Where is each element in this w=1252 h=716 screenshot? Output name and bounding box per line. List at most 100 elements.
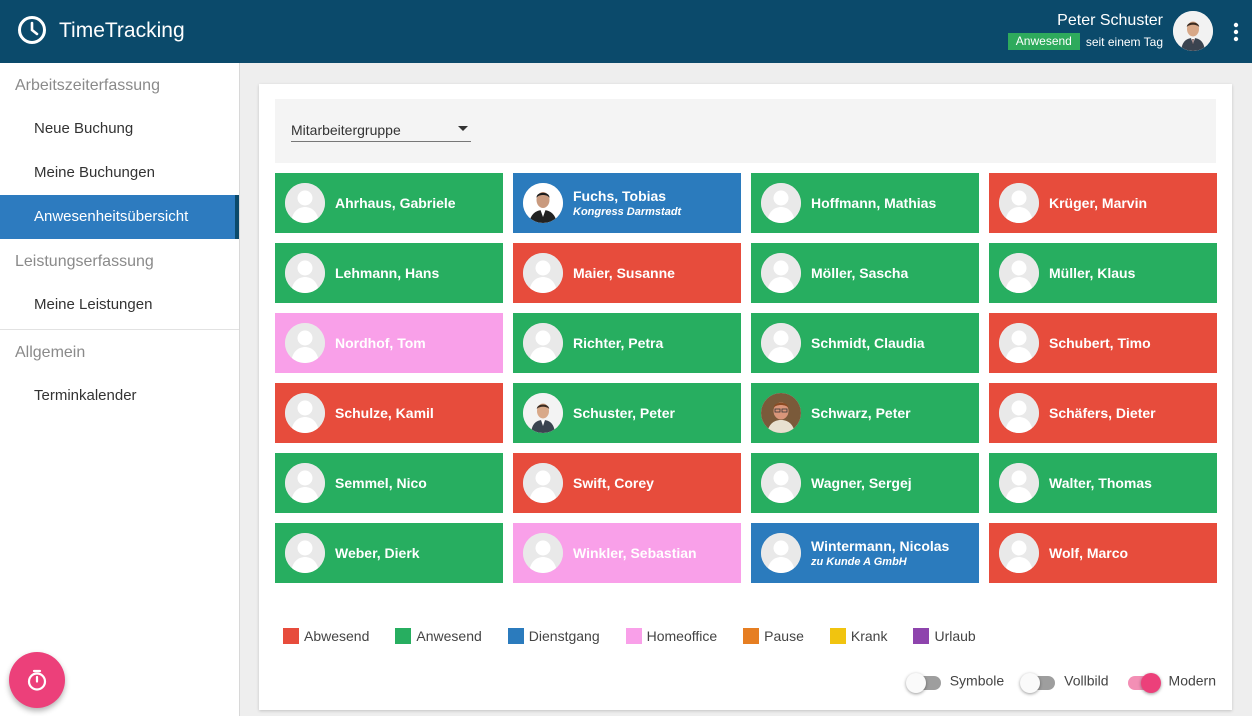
employee-name: Semmel, Nico <box>335 475 427 491</box>
employee-tile-schafers-dieter[interactable]: Schäfers, Dieter <box>989 383 1217 443</box>
employee-name: Walter, Thomas <box>1049 475 1152 491</box>
legend-item-abwesend: Abwesend <box>283 627 369 644</box>
switch-knob[interactable] <box>905 673 926 693</box>
sidebar-item-anwesenheitsuebersicht[interactable]: Anwesenheitsübersicht <box>0 195 239 239</box>
attendance-card: Mitarbeitergruppe Ahrhaus, Gabriele Fuchs… <box>259 84 1232 710</box>
employee-name: Hoffmann, Mathias <box>811 195 937 211</box>
legend-label: Krank <box>850 627 888 644</box>
filter-bar: Mitarbeitergruppe <box>275 99 1216 163</box>
employee-tile-wintermann-nicolas[interactable]: Wintermann, Nicolas zu Kunde A GmbH <box>751 523 979 583</box>
employee-tile-wagner-sergej[interactable]: Wagner, Sergej <box>751 453 979 513</box>
legend-item-krank: Krank <box>829 627 888 644</box>
employee-name: Schwarz, Peter <box>811 405 911 421</box>
employee-tile-muller-klaus[interactable]: Müller, Klaus <box>989 243 1217 303</box>
toggle-switch-symbole[interactable] <box>905 672 942 693</box>
app-title: TimeTracking <box>59 19 185 42</box>
employee-tile-schulze-kamil[interactable]: Schulze, Kamil <box>275 383 503 443</box>
avatar-placeholder-icon <box>999 323 1039 363</box>
employee-tile-schwarz-peter[interactable]: Schwarz, Peter <box>751 383 979 443</box>
user-avatar[interactable] <box>1173 11 1213 51</box>
legend-swatch <box>507 627 524 644</box>
employee-name: Schäfers, Dieter <box>1049 405 1156 421</box>
employee-tile-winkler-sebastian[interactable]: Winkler, Sebastian <box>513 523 741 583</box>
sidebar-item-meine-buchungen[interactable]: Meine Buchungen <box>0 151 239 195</box>
legend-label: Urlaub <box>934 627 976 644</box>
employee-name: Schuster, Peter <box>573 405 675 421</box>
employee-tile-walter-thomas[interactable]: Walter, Thomas <box>989 453 1217 513</box>
legend-item-urlaub: Urlaub <box>913 627 976 644</box>
legend-item-homeoffice: Homeoffice <box>625 627 717 644</box>
employee-tile-wolf-marco[interactable]: Wolf, Marco <box>989 523 1217 583</box>
sidebar-item-terminkalender[interactable]: Terminkalender <box>0 374 239 418</box>
group-select[interactable]: Mitarbeitergruppe <box>291 120 471 142</box>
employee-tile-swift-corey[interactable]: Swift, Corey <box>513 453 741 513</box>
sidebar-section-arbeitszeiterfassung: Arbeitszeiterfassung <box>15 77 160 94</box>
employee-name: Weber, Dierk <box>335 545 420 561</box>
employee-tile-kruger-marvin[interactable]: Krüger, Marvin <box>989 173 1217 233</box>
group-select-label: Mitarbeitergruppe <box>291 122 401 138</box>
employee-tile-hoffmann-mathias[interactable]: Hoffmann, Mathias <box>751 173 979 233</box>
employee-name: Lehmann, Hans <box>335 265 440 281</box>
avatar-placeholder-icon <box>523 323 563 363</box>
employee-tile-nordhof-tom[interactable]: Nordhof, Tom <box>275 313 503 373</box>
avatar-placeholder-icon <box>999 393 1039 433</box>
employee-tile-richter-petra[interactable]: Richter, Petra <box>513 313 741 373</box>
employee-name: Nordhof, Tom <box>335 335 426 351</box>
legend-swatch <box>829 627 846 644</box>
employee-tile-lehmann-hans[interactable]: Lehmann, Hans <box>275 243 503 303</box>
toggle-switch-modern[interactable] <box>1125 672 1161 693</box>
employee-tile-ahrhaus-gabriele[interactable]: Ahrhaus, Gabriele <box>275 173 503 233</box>
toggle-symbole: Symbole <box>905 672 1005 693</box>
employee-tile-maier-susanne[interactable]: Maier, Susanne <box>513 243 741 303</box>
employee-name: Möller, Sascha <box>811 265 909 281</box>
user-status: Anwesend seit einem Tag <box>1007 33 1163 51</box>
avatar-placeholder-icon <box>523 533 563 573</box>
employee-note: Kongress Darmstadt <box>573 206 682 218</box>
employee-tile-semmel-nico[interactable]: Semmel, Nico <box>275 453 503 513</box>
avatar-placeholder-icon <box>523 463 563 503</box>
sidebar-item-neue-buchung[interactable]: Neue Buchung <box>0 107 239 151</box>
app-header: TimeTracking Peter Schuster Anwesend seit… <box>0 0 1252 63</box>
avatar-placeholder-icon <box>999 253 1039 293</box>
sidebar: Arbeitszeiterfassung Neue Buchung Meine … <box>0 63 240 716</box>
employee-name: Wintermann, Nicolas <box>811 538 950 554</box>
avatar-placeholder-icon <box>999 183 1039 223</box>
employee-tile-moller-sascha[interactable]: Möller, Sascha <box>751 243 979 303</box>
toggle-switch-vollbild[interactable] <box>1020 672 1056 693</box>
status-since: seit einem Tag <box>1085 34 1163 49</box>
avatar-placeholder-icon <box>761 253 801 293</box>
legend-label: Pause <box>764 627 804 644</box>
toggle-vollbild: Vollbild <box>1020 672 1109 693</box>
employee-photo <box>761 393 801 433</box>
dropdown-arrow-icon <box>458 126 468 131</box>
employee-name: Müller, Klaus <box>1049 265 1136 281</box>
clock-icon[interactable] <box>17 15 47 45</box>
more-vert-icon[interactable] <box>1233 22 1239 42</box>
employee-tile-weber-dierk[interactable]: Weber, Dierk <box>275 523 503 583</box>
legend-swatch <box>743 627 760 644</box>
avatar-placeholder-icon <box>285 533 325 573</box>
employee-tile-schubert-timo[interactable]: Schubert, Timo <box>989 313 1217 373</box>
employee-tile-schmidt-claudia[interactable]: Schmidt, Claudia <box>751 313 979 373</box>
avatar-placeholder-icon <box>761 533 801 573</box>
employee-name: Schubert, Timo <box>1049 335 1151 351</box>
employee-name: Richter, Petra <box>573 335 664 351</box>
toggle-label: Symbole <box>949 672 1005 689</box>
sidebar-section-allgemein: Allgemein <box>15 344 86 361</box>
avatar-placeholder-icon <box>285 253 325 293</box>
switch-knob[interactable] <box>1020 673 1041 693</box>
stopwatch-button[interactable] <box>9 652 65 708</box>
legend-item-pause: Pause <box>743 627 804 644</box>
employee-name: Maier, Susanne <box>573 265 675 281</box>
employee-tile-schuster-peter[interactable]: Schuster, Peter <box>513 383 741 443</box>
legend-swatch <box>395 627 412 644</box>
avatar-placeholder-icon <box>285 183 325 223</box>
sidebar-item-meine-leistungen[interactable]: Meine Leistungen <box>0 283 239 327</box>
switch-knob[interactable] <box>1140 673 1161 693</box>
avatar-placeholder-icon <box>761 323 801 363</box>
employee-name: Swift, Corey <box>573 475 654 491</box>
employee-tile-fuchs-tobias[interactable]: Fuchs, Tobias Kongress Darmstadt <box>513 173 741 233</box>
legend-swatch <box>625 627 642 644</box>
avatar-placeholder-icon <box>285 463 325 503</box>
avatar-placeholder-icon <box>999 533 1039 573</box>
